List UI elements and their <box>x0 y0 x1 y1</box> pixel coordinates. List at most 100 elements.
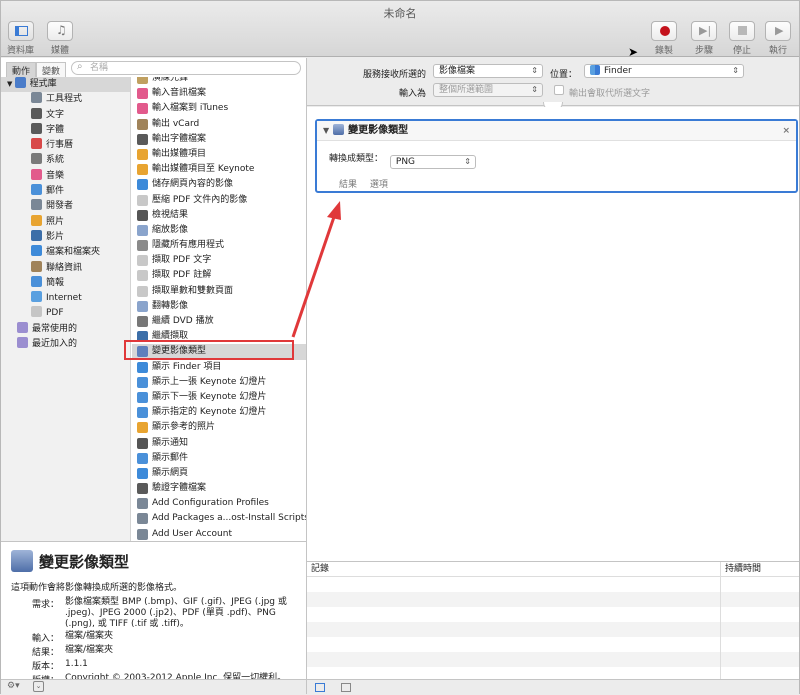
tab-results[interactable]: 結果 <box>339 180 357 190</box>
receives-select[interactable]: 影像檔案 ⇕ <box>433 64 543 78</box>
library-button[interactable]: 資料庫 <box>7 21 34 56</box>
action-list-item[interactable]: 顯示指定的 Keynote 幻燈片 <box>132 405 306 420</box>
description-title: 變更影像類型 <box>11 550 129 572</box>
search-input[interactable]: ⌕ 名稱 <box>71 61 301 75</box>
action-list-item[interactable]: 輸入音訊檔案 <box>132 86 306 101</box>
sidebar-item[interactable]: 開發者 <box>1 199 130 214</box>
action-icon <box>137 483 148 495</box>
duration-column-header[interactable]: 持續時間 <box>725 562 761 577</box>
sidebar-item[interactable]: 行事曆 <box>1 138 130 153</box>
category-icon <box>14 77 26 88</box>
stop-button[interactable]: 停止 <box>729 21 755 56</box>
action-icon <box>137 148 148 160</box>
action-card[interactable]: ▼ 變更影像類型 × 轉換成類型： PNG ⇕ 結果 選項 <box>315 119 798 193</box>
input-select[interactable]: 整個所選範圍 ⇕ <box>433 83 543 97</box>
right-footer <box>307 679 799 694</box>
action-list-item[interactable]: 擷取單數和雙數頁面 <box>132 284 306 299</box>
location-select[interactable]: Finder ⇕ <box>584 64 744 78</box>
sidebar-item[interactable]: 郵件 <box>1 184 130 199</box>
sidebar-item[interactable]: ▼ 程式庫 <box>1 77 130 93</box>
action-list-item[interactable]: Add Configuration Profiles <box>132 496 306 511</box>
category-icon <box>31 92 42 104</box>
action-list-item[interactable]: 壓縮 PDF 文件內的影像 <box>132 193 306 208</box>
sidebar-item-label: 影片 <box>46 231 65 242</box>
action-list-item[interactable]: 輸出 vCard <box>132 117 306 132</box>
description-row: 版本： 1.1.1 <box>11 659 301 672</box>
action-icon <box>137 255 148 267</box>
action-list-item[interactable]: 輸入檔案到 iTunes <box>132 101 306 116</box>
sidebar-item[interactable]: 字體 <box>1 122 130 138</box>
log-column-header[interactable]: 記錄 <box>311 562 329 577</box>
media-button[interactable]: ♫ 媒體 <box>47 21 73 56</box>
action-list-item[interactable]: 顯示郵件 <box>132 451 306 466</box>
workflow-area: ▼ 變更影像類型 × 轉換成類型： PNG ⇕ 結果 選項 <box>307 107 799 561</box>
category-icon <box>31 168 42 180</box>
sidebar-item[interactable]: 音樂 <box>1 168 130 184</box>
action-icon <box>137 194 148 206</box>
run-button[interactable]: ▶ 執行 <box>765 21 791 56</box>
description-row: 結果： 檔案/檔案夾 <box>11 645 301 658</box>
description-value: 影像檔案類型 BMP (.bmp)、GIF (.gif)、JPEG (.jpg … <box>65 597 287 629</box>
sidebar-item[interactable]: 系統 <box>1 153 130 168</box>
action-list-item[interactable]: Add Packages a...ost-Install Scripts <box>132 511 306 526</box>
action-list-item[interactable]: 顯示 Finder 項目 <box>132 360 306 375</box>
description-table: 需求： 影像檔案類型 BMP (.bmp)、GIF (.gif)、JPEG (.j… <box>11 597 301 679</box>
close-icon[interactable]: × <box>782 121 790 141</box>
action-list-item[interactable]: 顯示網頁 <box>132 466 306 481</box>
action-list-item[interactable]: 顯示參考的照片 <box>132 420 306 435</box>
description-row: 需求： 影像檔案類型 BMP (.bmp)、GIF (.gif)、JPEG (.j… <box>11 597 301 630</box>
log-view-icon[interactable] <box>315 683 325 692</box>
disclosure-triangle-icon[interactable]: ▼ <box>323 126 329 135</box>
step-button[interactable]: ▶| 步驟 <box>691 21 717 56</box>
finder-icon <box>590 65 600 75</box>
convert-type-select[interactable]: PNG ⇕ <box>389 155 476 169</box>
action-list-item[interactable]: 繼續 DVD 播放 <box>132 314 306 329</box>
show-description-icon[interactable]: ⌄ <box>33 681 44 692</box>
sidebar-item-label: 簡報 <box>46 277 65 288</box>
action-list-item[interactable]: 擷取 PDF 註解 <box>132 268 306 283</box>
action-list-item[interactable]: 翻轉影像 <box>132 299 306 314</box>
sidebar-item-label: 工具程式 <box>46 94 83 105</box>
action-list-item[interactable]: Add User Account <box>132 527 306 541</box>
sidebar-item[interactable]: 簡報 <box>1 275 130 291</box>
action-list-item[interactable]: 顯示通知 <box>132 436 306 451</box>
sidebar-item[interactable]: 最近加入的 <box>1 337 130 352</box>
action-list-item[interactable]: 檢視結果 <box>132 208 306 223</box>
action-list-item[interactable]: 顯示上一張 Keynote 幻燈片 <box>132 375 306 390</box>
action-list-item[interactable]: 縮放影像 <box>132 223 306 238</box>
gear-icon[interactable]: ⚙▾ <box>7 681 20 691</box>
action-icon <box>137 513 148 525</box>
action-list-item[interactable]: 隱藏所有應用程式 <box>132 238 306 253</box>
action-icon <box>137 452 148 464</box>
sidebar-item-label: 開發者 <box>46 201 74 212</box>
action-list-item[interactable]: 顯示下一張 Keynote 幻燈片 <box>132 390 306 405</box>
category-icon <box>31 122 42 134</box>
replace-text-checkbox[interactable] <box>554 85 564 95</box>
sidebar-item[interactable]: 最常使用的 <box>1 321 130 337</box>
action-list-item[interactable]: 驗證字體檔案 <box>132 481 306 496</box>
description-key: 版本： <box>31 662 59 672</box>
sidebar-item[interactable]: 檔案和檔案夾 <box>1 245 130 260</box>
sidebar-item[interactable]: 工具程式 <box>1 92 130 107</box>
action-icon <box>137 285 148 297</box>
action-list-item[interactable]: 輸出媒體項目至 Keynote <box>132 162 306 177</box>
action-list-item[interactable]: 儲存網頁內容的影像 <box>132 177 306 192</box>
action-list-item[interactable]: 擷取 PDF 文字 <box>132 253 306 268</box>
tab-options[interactable]: 選項 <box>370 180 388 190</box>
record-button[interactable]: 錄製 <box>651 21 677 56</box>
disclosure-triangle-icon[interactable]: ▼ <box>7 80 15 88</box>
action-list-item[interactable]: 輸出字體檔案 <box>132 132 306 147</box>
sidebar-item[interactable]: 聯絡資訊 <box>1 260 130 276</box>
sidebar-item[interactable]: 文字 <box>1 107 130 123</box>
action-icon <box>137 422 148 434</box>
sidebar-item[interactable]: 影片 <box>1 229 130 245</box>
category-icon <box>31 107 42 119</box>
variables-view-icon[interactable] <box>341 683 351 692</box>
action-list-item[interactable]: 輸出媒體項目 <box>132 147 306 162</box>
sidebar-item[interactable]: 照片 <box>1 214 130 230</box>
sidebar-item[interactable]: PDF <box>1 306 130 321</box>
action-icon <box>137 361 148 373</box>
category-icon <box>17 337 28 349</box>
sidebar-item[interactable]: Internet <box>1 291 130 306</box>
action-list-item[interactable]: 演練先鋒 <box>132 77 306 86</box>
